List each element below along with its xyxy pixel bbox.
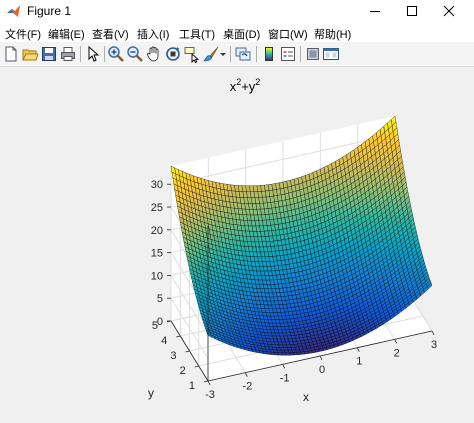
matlab-icon — [7, 5, 20, 17]
menu-help[interactable]: 帮助(H) — [314, 26, 351, 42]
x-axis-label: x — [303, 390, 309, 404]
x-tick-label: 0 — [319, 364, 325, 376]
menu-desktop[interactable]: 桌面(D) — [223, 26, 260, 42]
x-tick — [244, 372, 248, 377]
brush-dropdown-icon[interactable] — [219, 45, 227, 63]
save-icon[interactable] — [40, 45, 58, 63]
menu-file[interactable]: 文件(F) — [5, 26, 41, 42]
data-cursor-icon[interactable] — [183, 45, 201, 63]
menu-edit[interactable]: 编辑(E) — [48, 26, 85, 42]
show-plot-tools-icon[interactable] — [322, 45, 340, 63]
y-tick-label: 1 — [189, 380, 195, 392]
figure-window: Figure 1 文件(F) 编辑(E) 查看(V) 插入(I) 工具(T) 桌… — [0, 0, 474, 423]
rotate-3d-icon[interactable] — [164, 45, 182, 63]
insert-colorbar-icon[interactable] — [260, 45, 278, 63]
toolbar-separator — [80, 46, 81, 62]
toolbar-separator — [256, 46, 257, 62]
x-tick — [282, 364, 286, 369]
y-tick — [185, 350, 190, 353]
x-tick-label: 3 — [431, 339, 437, 351]
y-tick — [176, 335, 181, 338]
hide-plot-tools-icon[interactable] — [304, 45, 322, 63]
x-tick-label: 2 — [394, 347, 400, 359]
close-button[interactable] — [432, 0, 466, 22]
zoom-out-icon[interactable] — [126, 45, 144, 63]
minimize-icon — [370, 11, 380, 12]
y-tick-label: 2 — [180, 365, 186, 377]
x-tick-label: -3 — [205, 389, 215, 401]
close-icon — [443, 5, 455, 17]
z-tick-label: 5 — [157, 293, 163, 305]
print-icon[interactable] — [59, 45, 77, 63]
window-bottom-edge — [0, 417, 474, 423]
brush-icon[interactable] — [202, 45, 220, 63]
pan-hand-icon[interactable] — [145, 45, 163, 63]
y-axis-label: y — [148, 386, 154, 400]
z-tick-label: 0 — [157, 316, 163, 328]
x-tick-label: -1 — [280, 372, 290, 384]
y-tick-label: 4 — [161, 335, 167, 347]
z-tick-label: 25 — [151, 202, 163, 214]
new-figure-icon[interactable] — [2, 45, 20, 63]
x-tick — [207, 380, 211, 386]
window-title: Figure 1 — [27, 4, 72, 18]
menu-insert[interactable]: 插入(I) — [137, 26, 169, 42]
maximize-button[interactable] — [395, 0, 429, 22]
surface-plot[interactable]: -3-2-1012312345051015202530 x2+y2 x y — [0, 67, 474, 417]
z-tick-label: 15 — [151, 248, 163, 260]
toolbar-separator — [104, 46, 105, 62]
insert-legend-icon[interactable] — [279, 45, 297, 63]
menu-window[interactable]: 窗口(W) — [268, 26, 308, 42]
z-tick-label: 10 — [151, 270, 163, 282]
x-tick — [394, 339, 398, 344]
maximize-icon — [407, 6, 417, 16]
x-tick-label: 1 — [356, 356, 362, 368]
open-file-icon[interactable] — [21, 45, 39, 63]
menu-bar: 文件(F) 编辑(E) 查看(V) 插入(I) 工具(T) 桌面(D) 窗口(W… — [0, 22, 474, 42]
menu-view[interactable]: 查看(V) — [92, 26, 129, 42]
menu-tools[interactable]: 工具(T) — [179, 26, 215, 42]
z-tick-label: 20 — [151, 225, 163, 237]
y-tick — [203, 380, 209, 383]
x-tick — [431, 330, 435, 336]
link-plot-icon[interactable] — [234, 45, 252, 63]
toolbar-separator — [230, 46, 231, 62]
toolbar-separator — [300, 46, 301, 62]
minimize-button[interactable] — [358, 0, 392, 22]
y-tick — [194, 365, 199, 368]
x-tick — [319, 355, 323, 361]
x-tick-label: -2 — [242, 381, 252, 393]
edit-plot-arrow-icon[interactable] — [84, 45, 102, 63]
title-bar[interactable]: Figure 1 — [0, 0, 474, 22]
plot-title: x2+y2 — [230, 77, 261, 94]
zoom-in-icon[interactable] — [107, 45, 125, 63]
z-tick-label: 30 — [151, 179, 163, 191]
y-tick-label: 3 — [170, 350, 176, 362]
x-tick — [356, 347, 360, 352]
figure-toolbar — [0, 42, 474, 67]
figure-canvas[interactable]: -3 -2 -1 0 1 2 3 1 2 3 4 5 0 5 10 15 20 25 30 x2+y2 x y — [0, 67, 474, 417]
